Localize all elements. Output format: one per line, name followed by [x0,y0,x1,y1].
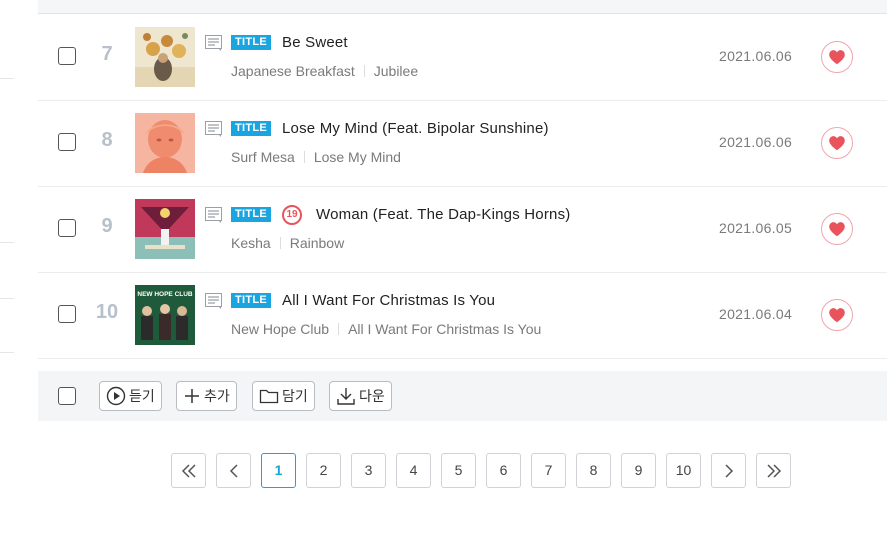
release-date: 2021.06.06 [719,48,793,64]
song-row: 7 TITLE Be Sweet Japanese Breakfast Jubil… [38,14,887,101]
song-checkbox[interactable] [58,133,76,151]
like-button[interactable] [821,127,853,159]
album-cover[interactable] [135,199,195,259]
divider [363,65,365,77]
title-track-badge: TITLE [231,207,272,222]
like-button[interactable] [821,299,853,331]
artist-link[interactable]: Japanese Breakfast [231,63,355,79]
left-panel-edge [0,0,14,557]
page-7[interactable]: 7 [531,453,566,488]
song-rank: 8 [101,129,113,151]
song-title[interactable]: Woman (Feat. The Dap-Kings Horns) [316,206,570,223]
add-label: 추가 [204,388,230,404]
double-chevron-right-icon [766,464,781,478]
divider [303,151,305,163]
song-rank: 7 [101,43,113,65]
like-button[interactable] [821,213,853,245]
song-title[interactable]: All I Want For Christmas Is You [282,292,495,309]
lyrics-icon[interactable] [205,293,223,309]
title-track-badge: TITLE [231,121,272,136]
play-button[interactable]: 듣기 [99,381,162,411]
chevron-left-icon [229,464,238,478]
page-2[interactable]: 2 [306,453,341,488]
lyrics-icon[interactable] [205,35,223,51]
artist-link[interactable]: Surf Mesa [231,149,295,165]
song-meta: Surf Mesa Lose My Mind [231,149,401,165]
chevron-right-icon [724,464,733,478]
last-page-button[interactable] [756,453,791,488]
double-chevron-left-icon [181,464,196,478]
divider [0,78,14,79]
heart-icon [829,308,845,323]
album-cover[interactable]: NEW HOPE CLUB [135,285,195,345]
album-link[interactable]: Rainbow [290,235,344,251]
save-button[interactable]: 담기 [252,381,315,411]
select-all-checkbox[interactable] [58,387,76,405]
download-icon [337,388,355,405]
divider [0,242,14,243]
next-page-button[interactable] [711,453,746,488]
release-date: 2021.06.05 [719,220,793,236]
album-cover[interactable] [135,113,195,173]
release-date: 2021.06.06 [719,134,793,150]
page-1[interactable]: 1 [261,453,296,488]
download-button[interactable]: 다운 [329,381,392,411]
page-5[interactable]: 5 [441,453,476,488]
song-checkbox[interactable] [58,219,76,237]
song-title[interactable]: Lose My Mind (Feat. Bipolar Sunshine) [282,120,549,137]
album-cover[interactable] [135,27,195,87]
title-track-badge: TITLE [231,293,272,308]
song-rank: 10 [95,301,119,323]
song-rank: 9 [101,215,113,237]
artist-link[interactable]: New Hope Club [231,321,329,337]
heart-icon [829,136,845,151]
heart-icon [829,222,845,237]
like-button[interactable] [821,41,853,73]
page-9[interactable]: 9 [621,453,656,488]
lyrics-icon[interactable] [205,207,223,223]
divider [0,298,14,299]
song-title[interactable]: Be Sweet [282,34,348,51]
divider [279,237,281,249]
song-row: 9 TITLE 19 Woman (Feat. The Dap-Kings Ho… [38,186,887,273]
list-header-band [38,0,887,14]
song-meta: Kesha Rainbow [231,235,344,251]
album-link[interactable]: Jubilee [374,63,418,79]
play-label: 듣기 [129,388,155,404]
song-checkbox[interactable] [58,305,76,323]
lyrics-icon[interactable] [205,121,223,137]
page-8[interactable]: 8 [576,453,611,488]
artist-link[interactable]: Kesha [231,235,271,251]
page-3[interactable]: 3 [351,453,386,488]
song-checkbox[interactable] [58,47,76,65]
cover-lettering: NEW HOPE CLUB [137,291,193,298]
plus-icon [185,389,199,403]
play-circle-icon [106,386,126,406]
song-row: 8 TITLE Lose My Mind (Feat. Bipolar Suns… [38,100,887,187]
save-label: 담기 [282,388,308,404]
album-link[interactable]: All I Want For Christmas Is You [348,321,541,337]
divider [338,323,340,335]
page-10[interactable]: 10 [666,453,701,488]
page-4[interactable]: 4 [396,453,431,488]
add-button[interactable]: 추가 [176,381,237,411]
folder-icon [259,389,279,404]
divider [0,352,14,353]
song-row: 10 NEW HOPE CLUB TITLE All I Want For Ch… [38,272,887,359]
song-meta: New Hope Club All I Want For Christmas Is… [231,321,541,337]
page-6[interactable]: 6 [486,453,521,488]
age-restriction-badge: 19 [282,205,302,225]
album-link[interactable]: Lose My Mind [314,149,401,165]
release-date: 2021.06.04 [719,306,793,322]
prev-page-button[interactable] [216,453,251,488]
heart-icon [829,50,845,65]
download-label: 다운 [359,388,385,404]
title-track-badge: TITLE [231,35,272,50]
first-page-button[interactable] [171,453,206,488]
song-meta: Japanese Breakfast Jubilee [231,63,418,79]
bulk-action-bar: 듣기 추가 담기 다운 [38,371,887,421]
